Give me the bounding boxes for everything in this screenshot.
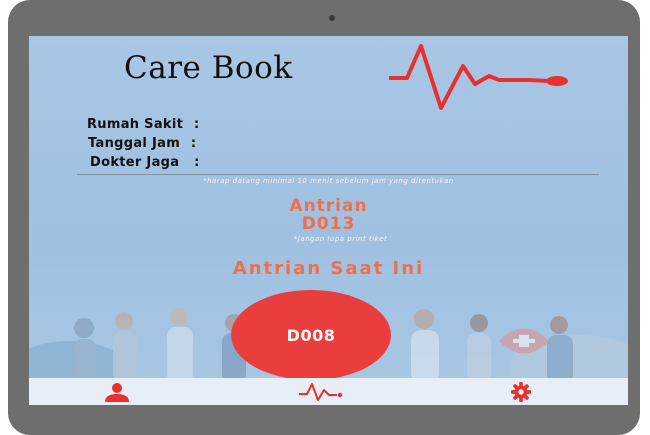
hospital-label: Rumah Sakit : [87,117,199,132]
tab-home[interactable] [297,381,345,402]
app-screen: Care Book Rumah Sakit : Tanggal Jam : Do… [29,36,628,405]
doctor-colon: : [194,155,200,170]
print-reminder: *Jangan lupa print tiket [293,235,388,243]
datetime-label-text: Tanggal Jam [88,136,181,151]
queue-number: D013 [301,214,356,234]
tab-profile[interactable] [99,381,135,402]
gear-icon [511,381,531,402]
hospital-label-text: Rumah Sakit [87,117,184,132]
arrival-note: *harap datang minimal 10 menit sebelum j… [203,177,454,185]
heartbeat-logo-icon [389,44,568,110]
camera-dot [329,15,335,21]
hospital-colon: : [193,117,200,132]
heartbeat-icon [299,382,343,401]
queue-label: Antrian [289,196,368,216]
bottom-tab-bar [29,378,628,405]
user-icon [105,382,129,402]
current-queue-number: D008 [231,290,391,380]
current-queue-label: Antrian Saat Ini [232,258,425,279]
tab-settings[interactable] [507,381,535,402]
divider [77,174,599,175]
app-title: Care Book [124,50,293,86]
datetime-label: Tanggal Jam : [88,136,196,151]
current-queue-number-text: D008 [286,325,336,345]
datetime-colon: : [190,136,197,151]
doctor-label-text: Dokter Jaga [90,155,180,170]
doctor-label: Dokter Jaga : [90,155,200,170]
